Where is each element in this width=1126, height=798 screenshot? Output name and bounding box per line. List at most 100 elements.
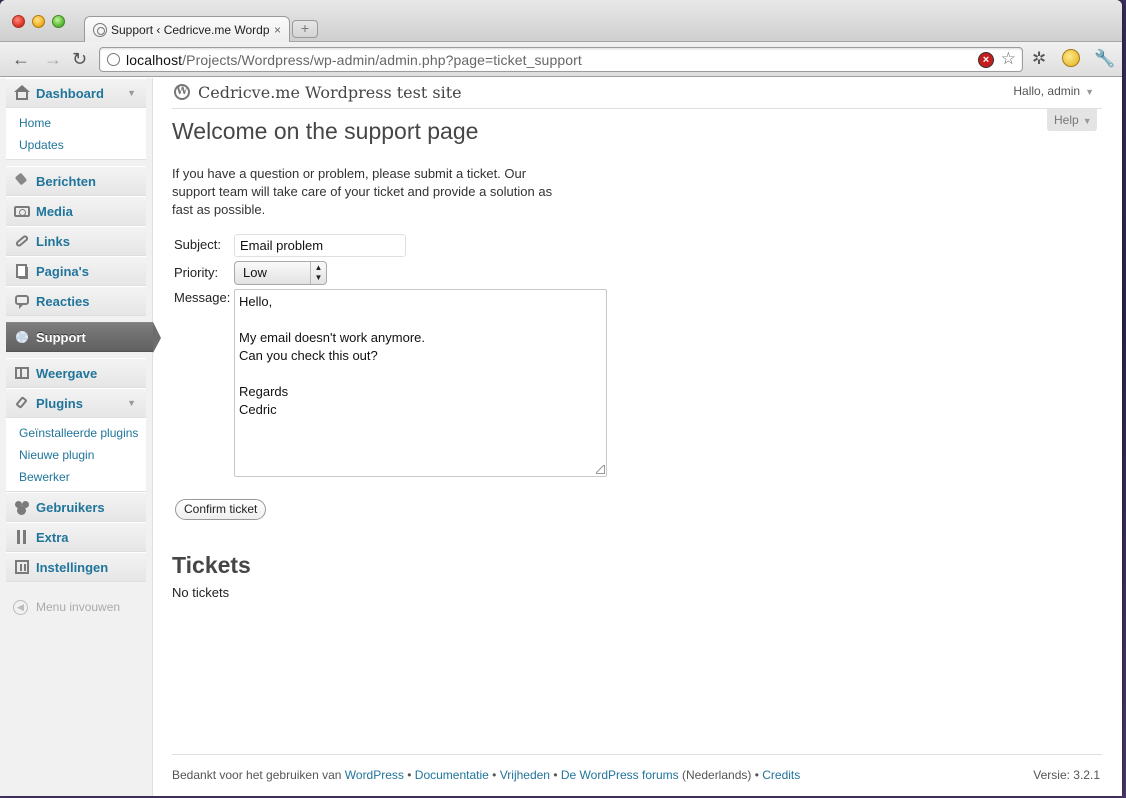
menu-gebruikers[interactable]: Gebruikers [6,492,146,522]
pushpin-icon [14,172,30,189]
collapse-arrow-icon: ◀ [13,599,28,615]
footer-separator: • [403,768,415,782]
menu-gebruikers-label: Gebruikers [36,499,105,515]
menu-berichten-label: Berichten [36,173,96,189]
browser-tab[interactable]: Support ‹ Cedricve.me Wordp × [84,16,290,42]
menu-extra-label: Extra [36,529,69,545]
plugins-submenu: Geïnstalleerde plugins Nieuwe plugin Bew… [6,418,146,492]
submenu-home[interactable]: Home [6,112,146,134]
confirm-ticket-button[interactable]: Confirm ticket [175,499,267,520]
menu-instellingen[interactable]: Instellingen [6,552,146,582]
title-bar: Support ‹ Cedricve.me Wordp × + [0,0,1122,42]
resize-grip-icon[interactable] [596,465,605,474]
dashboard-submenu: Home Updates [6,108,146,160]
intro-text: If you have a question or problem, pleas… [172,166,553,217]
wp-admin: Dashboard ▼ Home Updates Berichten Media… [0,78,1122,796]
users-icon [14,499,30,515]
site-title[interactable]: Cedricve.me Wordpress test site [198,83,462,102]
bookmark-star-icon[interactable]: ☆ [1001,49,1016,69]
submenu-installed-plugins[interactable]: Geïnstalleerde plugins [6,422,146,444]
menu-links[interactable]: Links [6,226,146,256]
comment-bubble-icon [14,293,30,309]
menu-media[interactable]: Media [6,196,146,226]
menu-dashboard[interactable]: Dashboard ▼ [6,78,146,108]
admin-sidebar: Dashboard ▼ Home Updates Berichten Media… [0,78,161,796]
subject-input[interactable] [234,234,406,257]
footer-link-freedoms[interactable]: Vrijheden [500,768,550,782]
menu-support-label: Support [36,329,86,345]
ticket-form: Subject: Priority: Low ▲ ▼ Message: Hell… [172,227,1102,527]
footer-link-forums[interactable]: De WordPress forums [561,768,679,782]
appearance-layout-icon [14,365,30,381]
user-greeting-label: Hallo, admin [1013,84,1081,98]
menu-dashboard-label: Dashboard [36,85,104,101]
page-icon [107,53,120,66]
chevron-down-icon: ▼ [1085,87,1094,97]
menu-weergave-label: Weergave [36,365,98,381]
settings-sliders-icon [14,559,30,575]
gear-icon [14,329,30,345]
footer-link-wordpress[interactable]: WordPress [345,768,404,782]
message-label: Message: [174,290,231,305]
menu-instellingen-label: Instellingen [36,559,109,575]
submenu-editor[interactable]: Bewerker [6,466,146,488]
chevron-down-icon[interactable]: ▼ [127,88,136,98]
url-text[interactable]: localhost/Projects/Wordpress/wp-admin/ad… [126,52,582,68]
priority-label: Priority: [174,265,219,280]
footer-thanks: Bedankt voor het gebruiken van WordPress… [172,768,800,782]
wordpress-logo-icon[interactable]: W [174,84,190,100]
menu-paginas-label: Pagina's [36,263,89,279]
user-greeting[interactable]: Hallo, admin ▼ [1013,84,1094,98]
address-bar[interactable]: localhost/Projects/Wordpress/wp-admin/ad… [99,47,1023,72]
page-title: Welcome on the support page [172,118,479,144]
chain-link-icon [14,233,30,249]
menu-weergave[interactable]: Weergave [6,358,146,388]
forward-arrow-icon[interactable]: → [44,49,62,69]
tickets-heading: Tickets [172,552,251,578]
menu-plugins[interactable]: Plugins ▼ [6,388,146,418]
priority-selected-value: Low [243,265,267,280]
collapse-menu[interactable]: ◀ Menu invouwen [6,592,146,622]
priority-select[interactable]: Low ▲ ▼ [234,261,327,285]
collapse-menu-label: Menu invouwen [36,600,121,614]
submenu-updates[interactable]: Updates [6,134,146,156]
menu-reacties-label: Reacties [36,293,90,309]
subject-label: Subject: [174,237,221,252]
submenu-new-plugin[interactable]: Nieuwe plugin [6,444,146,466]
admin-footer: Bedankt voor het gebruiken van WordPress… [172,754,1102,796]
zoom-window-button[interactable] [52,15,65,28]
menu-support[interactable]: Support [6,322,161,353]
extension-bug-icon[interactable]: ✲ [1032,50,1046,68]
footer-prefix: Bedankt voor het gebruiken van [172,768,345,782]
reload-icon[interactable]: ↻ [72,49,87,69]
pages-icon [14,263,30,279]
tab-title: Support ‹ Cedricve.me Wordp [111,22,270,37]
menu-paginas[interactable]: Pagina's [6,256,146,286]
url-path: /Projects/Wordpress/wp-admin/admin.php?p… [182,52,582,68]
menu-reacties[interactable]: Reacties [6,286,146,316]
tools-icon [14,529,30,545]
menu-plugins-label: Plugins [36,395,83,411]
minimize-window-button[interactable] [32,15,45,28]
chevron-down-icon[interactable]: ▼ [127,398,136,408]
message-textarea[interactable]: Hello, My email doesn't work anymore. Ca… [234,289,607,477]
no-tickets-text: No tickets [172,585,230,600]
footer-locale: (Nederlands) [678,768,752,782]
tab-close-icon[interactable]: × [274,23,281,37]
back-arrow-icon[interactable]: ← [12,49,30,69]
close-window-button[interactable] [12,15,25,28]
footer-link-documentation[interactable]: Documentatie [415,768,489,782]
new-tab-button[interactable]: + [292,20,318,38]
menu-extra[interactable]: Extra [6,522,146,552]
menu-berichten[interactable]: Berichten [6,166,146,196]
footer-separator: • [549,768,561,782]
footer-separator: • [751,768,763,782]
extension-face-icon[interactable] [1062,49,1080,67]
main-content: Welcome on the support page If you have … [172,118,1102,527]
wp-header: W Cedricve.me Wordpress test site Hallo,… [172,78,1102,109]
footer-link-credits[interactable]: Credits [762,768,800,782]
camera-icon [14,203,30,219]
dashboard-house-icon [14,85,30,101]
wrench-menu-icon[interactable]: 🔧 [1094,50,1115,68]
stop-icon[interactable]: × [978,52,994,68]
